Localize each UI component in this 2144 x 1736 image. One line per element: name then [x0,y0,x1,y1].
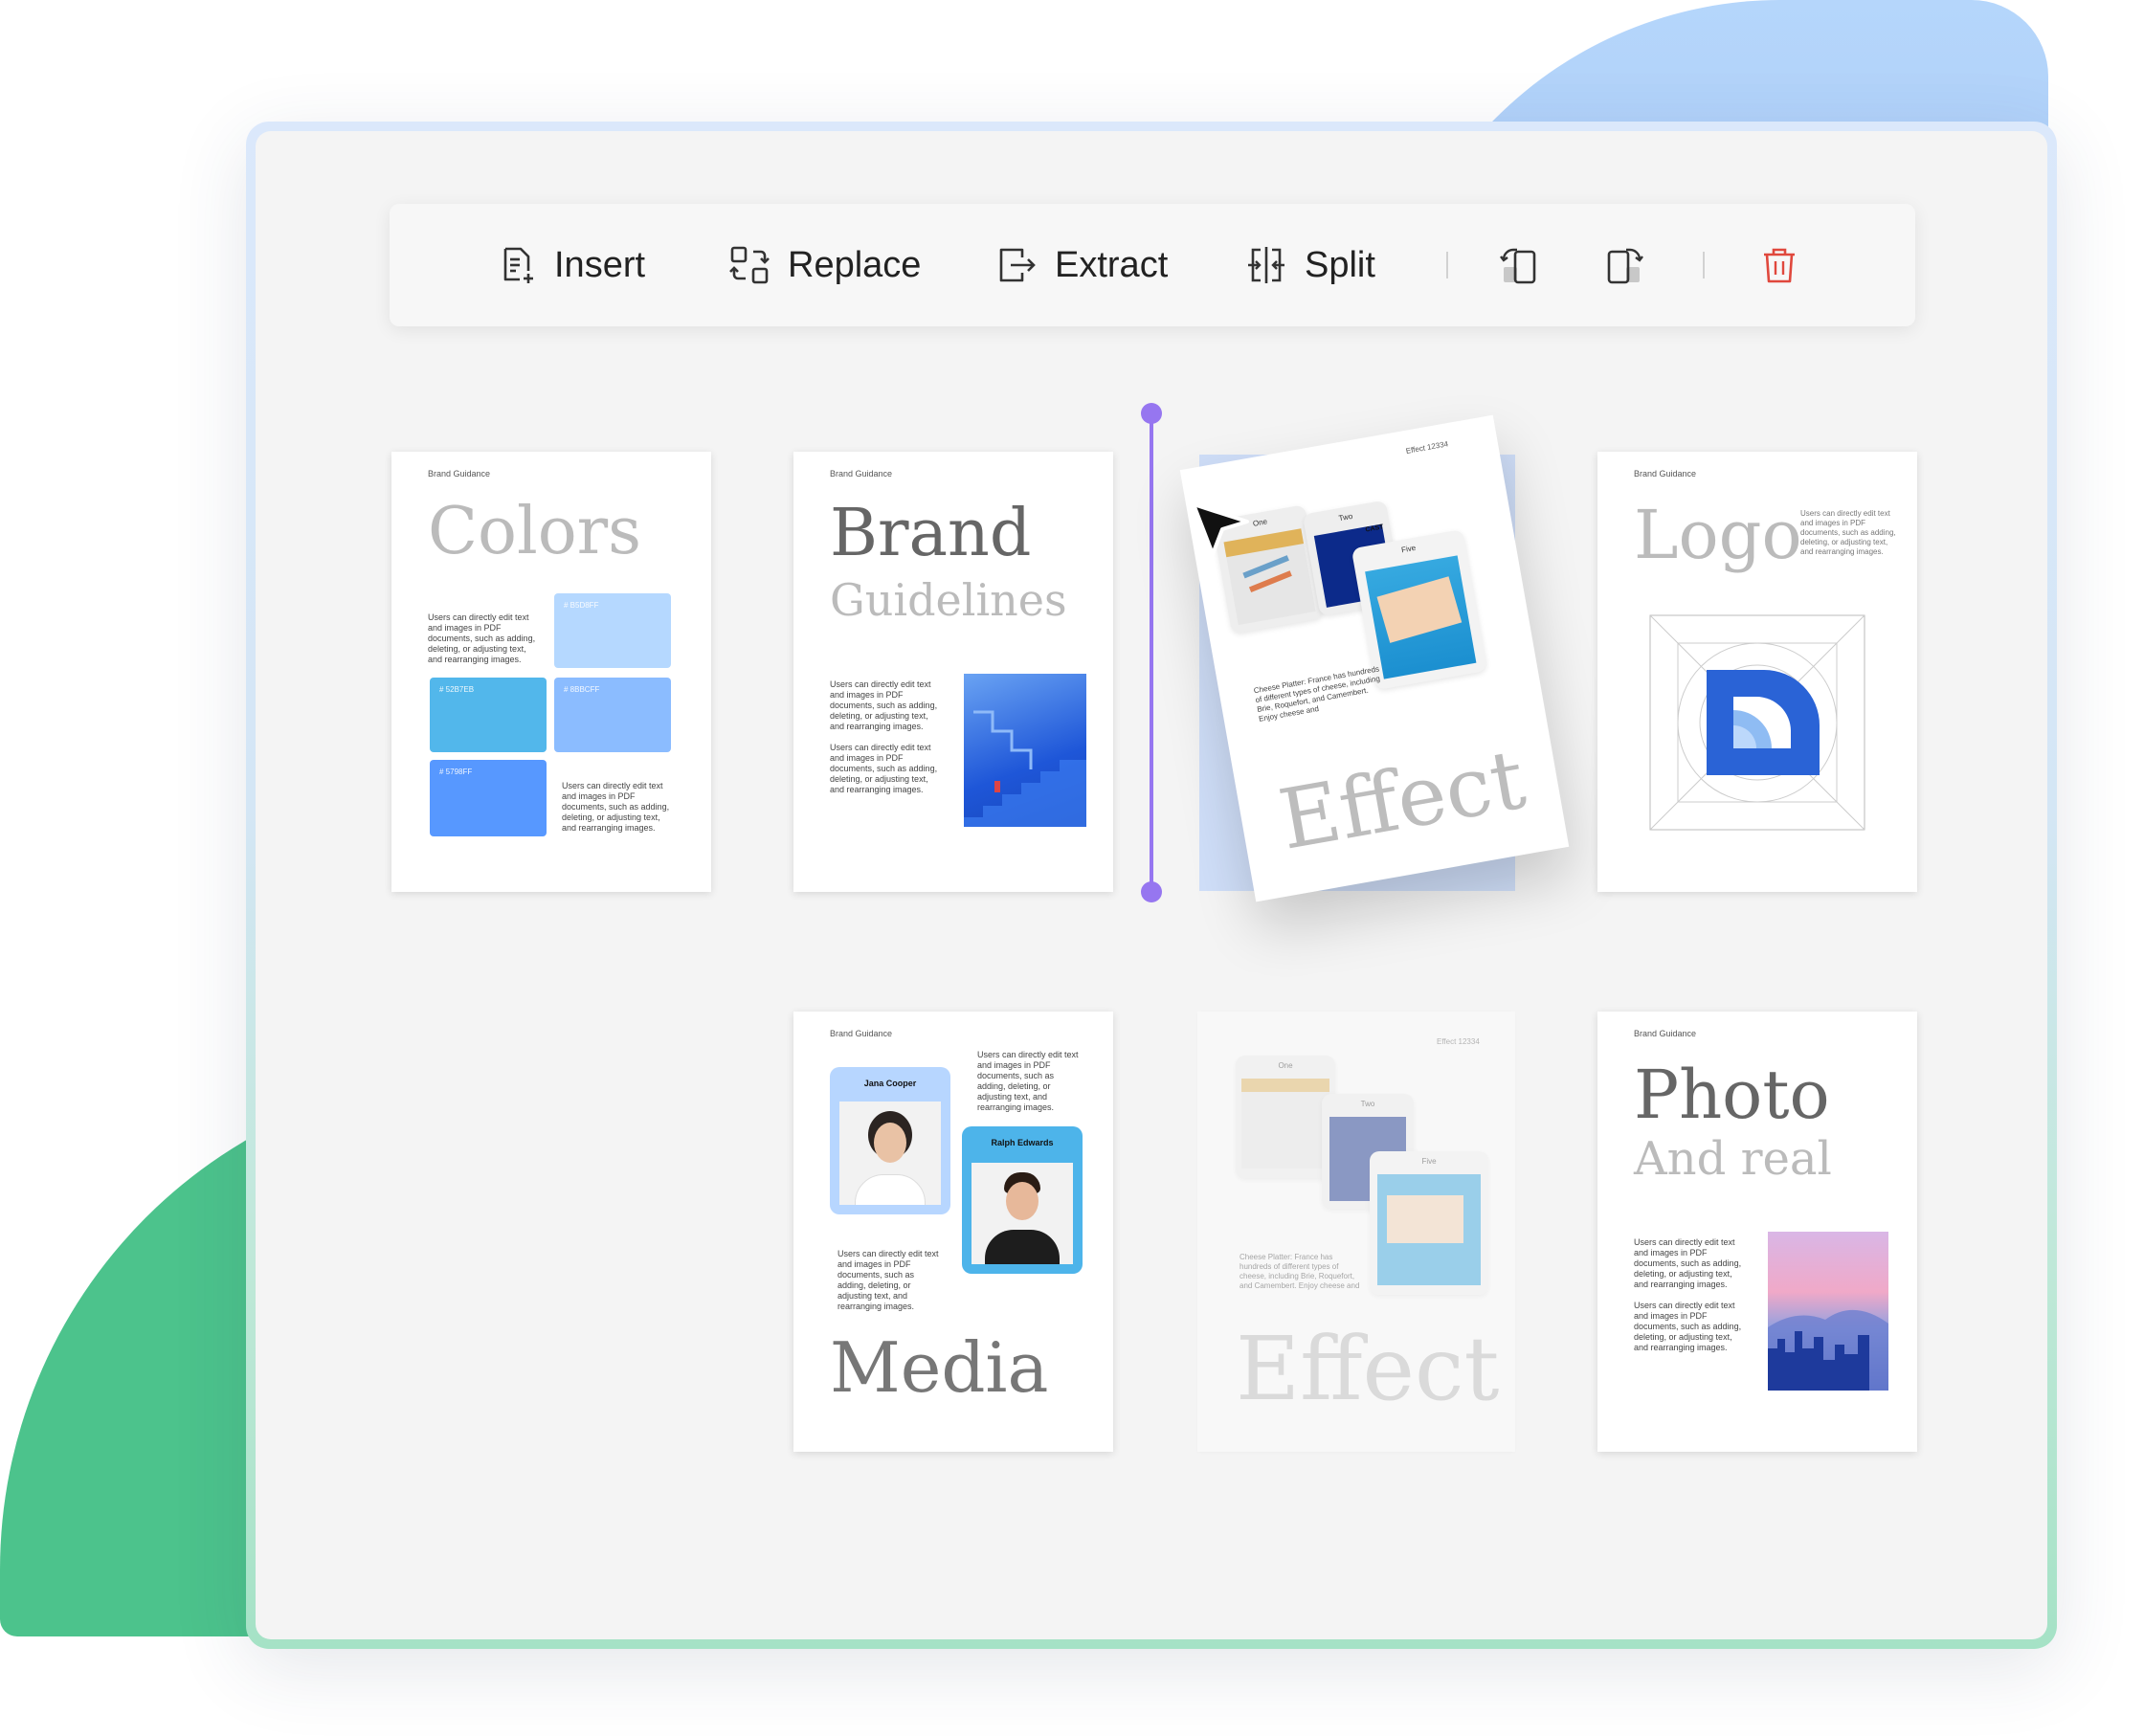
effect-ref: Effect 12334 [1437,1037,1480,1046]
extract-button[interactable]: Extract [995,204,1168,326]
rotate-right-button[interactable] [1601,204,1643,326]
replace-icon [729,246,770,284]
stage: Insert Replace Extract Split Brand Guida… [0,0,2144,1736]
brand-guidance-header: Brand Guidance [428,469,491,479]
page-thumbnail-effect-placeholder: Effect 12334 One Two Five Cheese Platter… [1197,1012,1515,1452]
brand-guidance-header: Brand Guidance [1634,469,1697,479]
body-text: Users can directly edit text and images … [830,679,938,731]
avatar [839,1102,941,1205]
swatch-label: # 52B7EB [439,685,475,694]
effect-caption: Cheese Platter: France has hundreds of d… [1240,1253,1360,1290]
body-text: Users can directly edit text and images … [1634,1237,1742,1289]
page-thumbnail-photo[interactable]: Brand Guidance Photo And real Users can … [1597,1012,1917,1452]
replace-button[interactable]: Replace [728,204,921,326]
brand-guidance-header: Brand Guidance [830,1029,893,1038]
city-skyline [1768,1309,1888,1391]
rotate-left-icon [1500,248,1536,284]
logo-grid-illustration [1649,614,1865,831]
effect-caption: Cheese Platter: France has hundreds of d… [1253,664,1381,723]
person-name: Jana Cooper [863,1079,917,1088]
insertion-marker-handle[interactable] [1141,881,1162,902]
page-title: Photo [1634,1056,1830,1134]
page-title: Colors [428,494,642,569]
color-swatch: # 5798FF [430,760,547,836]
insert-icon [503,247,533,283]
body-text: Users can directly edit text and images … [428,612,536,664]
body-text: Users can directly edit text and images … [977,1050,1079,1112]
swatch-label: # B5D8FF [564,601,599,610]
person-card: Ralph Edwards [962,1126,1083,1274]
image-card: Five [1370,1151,1488,1295]
page-organizer: Insert Replace Extract Split Brand Guida… [256,131,2047,1639]
brand-guidance-header: Brand Guidance [1634,1029,1697,1038]
swatch-label: # 5798FF [439,768,473,776]
insert-label: Insert [554,244,646,285]
body-text: Users can directly edit text and images … [1634,1301,1742,1352]
page-thumbnail-brand[interactable]: Brand Guidance Brand Guidelines Users ca… [793,452,1113,892]
card-image [1365,555,1477,679]
image-card: One [1236,1056,1335,1178]
page-title: Logo [1634,496,1802,574]
toolbar-divider [1703,252,1705,278]
page-thumbnail-colors[interactable]: Brand Guidance Colors Users can directly… [391,452,711,892]
replace-label: Replace [788,244,922,285]
card-caption: Two [1360,1100,1375,1108]
trash-icon [1764,248,1795,283]
card-caption: Five [1421,1157,1437,1166]
delete-button[interactable] [1758,204,1800,326]
color-swatch: # B5D8FF [554,593,671,668]
insertion-marker [1150,412,1153,890]
app-window: Insert Replace Extract Split Brand Guida… [246,122,2057,1649]
card-caption: One [1278,1061,1293,1070]
page-title: Brand [830,496,1032,571]
split-icon [1248,247,1284,283]
toolbar: Insert Replace Extract Split [390,204,1915,326]
city-photo [1768,1232,1888,1391]
page-title: Media [830,1327,1049,1408]
body-text: Users can directly edit text and images … [830,743,938,794]
split-label: Split [1305,244,1375,285]
page-thumbnail-logo[interactable]: Brand Guidance Logo Users can directly e… [1597,452,1917,892]
rotate-left-button[interactable] [1500,204,1542,326]
page-title: Effect [1272,731,1532,869]
page-title: Effect [1236,1318,1500,1420]
effect-ref: Effect 12334 [1405,439,1449,456]
stairs-photo [964,674,1086,827]
body-text: Users can directly edit text and images … [562,781,670,833]
insert-button[interactable]: Insert [495,204,645,326]
color-swatch: # 52B7EB [430,678,547,752]
extract-icon [999,248,1036,282]
avatar [972,1163,1073,1264]
brand-guidance-header: Brand Guidance [830,469,893,479]
cursor-arrow-icon [1192,502,1249,556]
insertion-marker-handle[interactable] [1141,403,1162,424]
body-text: Users can directly edit text and images … [1800,509,1896,556]
page-subtitle: And real [1634,1132,1832,1186]
toolbar-divider [1446,252,1448,278]
page-subtitle: Guidelines [830,574,1067,626]
stairs-illustration [964,710,1086,827]
extract-label: Extract [1055,244,1169,285]
swatch-label: # 8BBCFF [564,685,600,694]
person-card: Jana Cooper [830,1067,950,1214]
rotate-right-icon [1607,248,1643,284]
color-swatch: # 8BBCFF [554,678,671,752]
person-name: Ralph Edwards [991,1138,1054,1147]
body-text: Users can directly edit text and images … [838,1249,939,1311]
page-thumbnail-media[interactable]: Brand Guidance Jana Cooper Ralph Edwards [793,1012,1113,1452]
split-button[interactable]: Split [1245,204,1375,326]
